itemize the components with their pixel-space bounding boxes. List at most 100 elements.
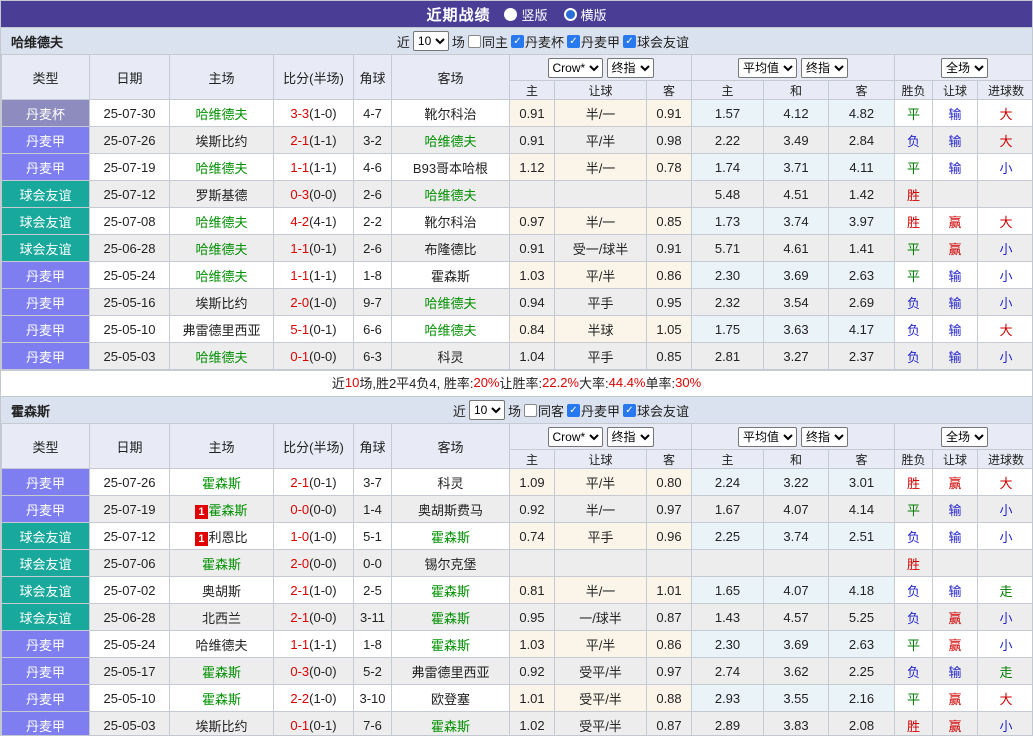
match-row: 丹麦杯 25-07-30 哈维德夫 3-3(1-0) 4-7 靴尔科治 0.91… [1,99,1032,127]
odds-home: 0.92 [509,495,555,523]
handicap-result-cell [932,549,979,577]
checkbox-checked-icon[interactable]: ✓ [566,403,580,417]
col-away: 客场 [391,54,510,100]
match-date: 25-05-17 [89,657,170,685]
header-row-top: 类型 日期 主场 比分(半场) 角球 客场 Crow* 终指 平均值 终指 全场 [1,54,1032,100]
avg-source-select[interactable]: 平均值 [738,426,797,447]
filter-checkbox-丹麦甲[interactable]: ✓ 丹麦甲 [566,32,620,51]
home-team-cell: 哈维德夫 [169,99,274,127]
goals-result-cell: 小 [977,342,1032,370]
half-score: (0-1) [309,240,337,256]
filter-checkbox-同客[interactable]: 同客 [523,401,564,420]
recent-count-select[interactable]: 10 [412,31,449,51]
layout-switcher: 竖版 横版 [504,5,607,24]
filter-checkbox-丹麦甲[interactable]: ✓ 丹麦甲 [566,401,620,420]
filter-checkbox-同主[interactable]: 同主 [467,32,508,51]
odds-company-select[interactable]: Crow* [547,57,603,78]
team-link: 霍森斯 [201,691,241,707]
avg-home [691,549,764,577]
match-date: 25-07-06 [89,549,170,577]
goals-result-cell: 小 [977,711,1032,735]
goals-result-cell: 小 [977,522,1032,550]
away-team-cell: 靴尔科治 [391,207,510,235]
checkbox-unchecked-icon[interactable] [467,34,481,48]
full-score: 2-1 [290,474,310,490]
score-cell: 1-1(1-1) [273,630,354,658]
rank-badge: 1 [195,531,208,546]
team-link: 哈维德夫 [424,133,477,149]
summary-segment: 44.4% [608,374,646,390]
goals-result-cell: 小 [977,234,1032,262]
odds-handicap: 受一/球半 [554,234,647,262]
handicap-result-cell: 赢 [932,684,979,712]
avg-draw: 3.27 [763,342,829,370]
odds-company-select[interactable]: Crow* [547,426,603,447]
filter-checkbox-丹麦杯[interactable]: ✓ 丹麦杯 [510,32,564,51]
filter-checkbox-球会友谊[interactable]: ✓ 球会友谊 [622,401,689,420]
scope-select[interactable]: 全场 [941,57,989,78]
away-team-cell: 欧登塞 [391,684,510,712]
avg-away: 2.16 [827,684,896,712]
layout-radio-vertical[interactable]: 竖版 [504,5,548,24]
score-cell: 4-2(4-1) [273,207,354,235]
goals-result-cell: 小 [977,603,1032,631]
league-badge: 球会友谊 [1,576,90,604]
corner-cell: 4-6 [353,153,392,181]
avg-stage-select[interactable]: 终指 [801,57,848,78]
odds-handicap: 平/半 [554,468,647,496]
col-avg-away: 客 [827,449,896,469]
league-badge: 丹麦甲 [1,468,90,496]
layout-radio-horizontal[interactable]: 横版 [563,5,607,24]
odds-away: 1.05 [646,315,692,343]
handicap-result-cell: 输 [932,342,979,370]
full-score: 0-1 [290,717,310,733]
away-team-cell: 科灵 [391,468,510,496]
home-team-cell: 哈维德夫 [169,342,274,370]
avg-home: 2.30 [691,261,764,289]
avg-draw: 3.71 [763,153,829,181]
radio-horizontal-icon[interactable] [563,7,577,21]
odds-stage-select[interactable]: 终指 [606,426,654,447]
radio-vertical-icon[interactable] [504,7,518,21]
avg-draw: 4.57 [763,603,829,631]
avg-home: 5.71 [691,234,764,262]
scope-select[interactable]: 全场 [941,426,989,447]
home-team-cell: 哈维德夫 [169,630,274,658]
avg-away: 2.63 [827,630,896,658]
full-score: 2-0 [290,294,310,310]
away-team-cell: 弗雷德里西亚 [391,657,510,685]
checkbox-checked-icon[interactable]: ✓ [622,403,636,417]
team-link: 霍森斯 [201,556,241,572]
avg-home: 2.25 [691,522,764,550]
result-cell: 平 [894,234,934,262]
recent-count-select[interactable]: 10 [468,400,505,420]
checkbox-unchecked-icon[interactable] [523,403,537,417]
score-cell: 2-1(1-0) [273,576,354,604]
match-row: 丹麦甲 25-05-03 埃斯比约 0-1(0-1) 7-6 霍森斯 1.02 … [1,711,1032,735]
avg-select-group: 平均值 终指 [690,54,896,81]
home-team-cell: 哈维德夫 [169,153,274,181]
corner-cell: 2-6 [353,180,392,208]
league-badge: 丹麦杯 [1,99,90,127]
filter-checkbox-label: 同主 [481,34,508,50]
handicap-result-cell: 赢 [932,468,979,496]
result-cell: 负 [894,126,934,154]
checkbox-checked-icon[interactable]: ✓ [510,34,524,48]
odds-handicap: 半/一 [554,153,647,181]
match-row: 丹麦甲 25-05-24 哈维德夫 1-1(1-1) 1-8 霍森斯 1.03 … [1,630,1032,658]
score-cell: 0-0(0-0) [273,495,354,523]
checkbox-checked-icon[interactable]: ✓ [566,34,580,48]
away-team-cell: 哈维德夫 [391,288,510,316]
filter-checkbox-球会友谊[interactable]: ✓ 球会友谊 [622,32,689,51]
avg-draw: 3.83 [763,711,829,735]
avg-stage-select[interactable]: 终指 [801,426,848,447]
half-score: (1-0) [309,528,337,544]
col-home: 主场 [169,423,274,469]
checkbox-checked-icon[interactable]: ✓ [622,34,636,48]
header-row-top: 类型 日期 主场 比分(半场) 角球 客场 Crow* 终指 平均值 终指 全场 [1,423,1032,469]
avg-source-select[interactable]: 平均值 [738,57,797,78]
odds-handicap: 受平/半 [554,711,647,735]
home-team-cell: 霍森斯 [169,684,274,712]
odds-stage-select[interactable]: 终指 [606,57,654,78]
corner-cell: 2-5 [353,576,392,604]
